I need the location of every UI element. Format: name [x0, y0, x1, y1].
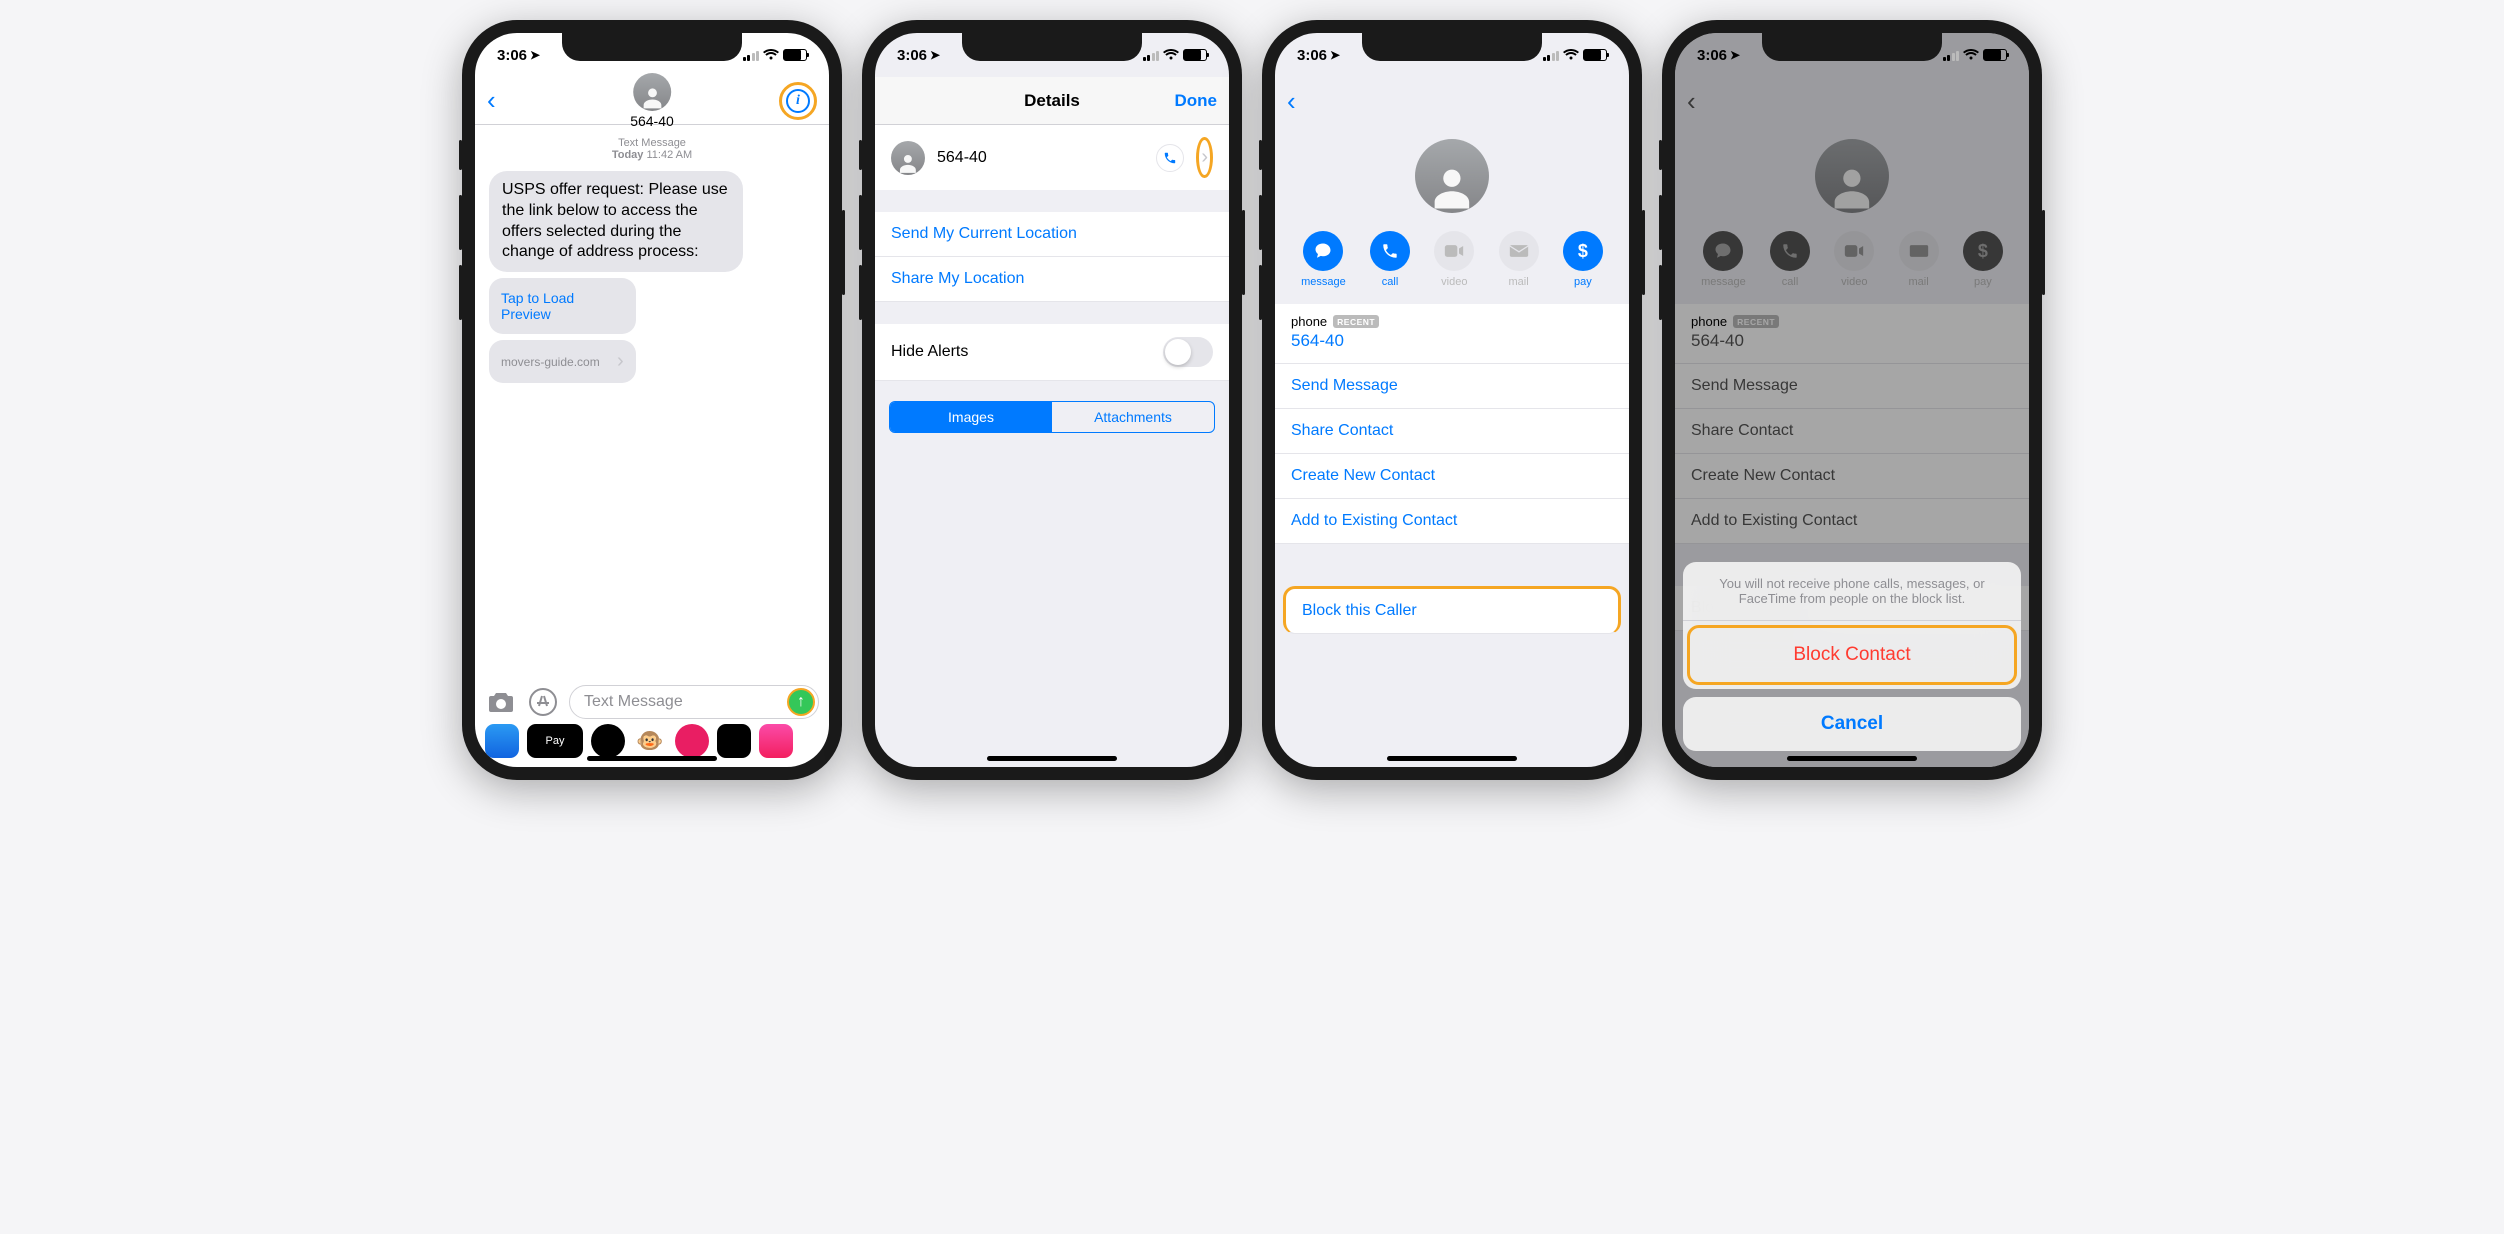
share-location-button[interactable]: Share My Location — [875, 257, 1229, 302]
phone-frame-4: 3:06➤ ‹ message call video mail $pay pho… — [1662, 20, 2042, 780]
music-icon[interactable] — [759, 724, 793, 758]
apple-pay-icon[interactable]: Pay — [527, 724, 583, 758]
avatar-icon — [633, 73, 671, 111]
battery-icon — [1583, 49, 1607, 61]
pay-action[interactable]: $pay — [1563, 231, 1603, 288]
send-button[interactable]: ↑ — [787, 688, 815, 716]
images-icon[interactable] — [675, 724, 709, 758]
images-segment[interactable]: Images — [890, 402, 1052, 432]
info-button[interactable]: i — [786, 89, 810, 113]
create-contact-button[interactable]: Create New Contact — [1275, 454, 1629, 499]
done-button[interactable]: Done — [1175, 91, 1218, 111]
phone-frame-2: 3:06➤ Details Done 564-40 › Send My Curr… — [862, 20, 1242, 780]
location-icon: ➤ — [1330, 48, 1340, 62]
phone-frame-3: 3:06➤ ‹ message call video mail $pay pho… — [1262, 20, 1642, 780]
send-location-button[interactable]: Send My Current Location — [875, 212, 1229, 257]
phone-frame-1: 3:06➤ ‹ 564-40 i Text MessageToday 11:42… — [462, 20, 842, 780]
home-indicator[interactable] — [987, 756, 1117, 761]
signal-icon — [1943, 50, 1960, 61]
location-icon: ➤ — [930, 48, 940, 62]
contact-row[interactable]: 564-40 › — [875, 125, 1229, 190]
message-area: Text MessageToday 11:42 AM USPS offer re… — [475, 125, 829, 679]
hide-alerts-row: Hide Alerts — [875, 324, 1229, 381]
nav-bar: ‹ 564-40 i — [475, 77, 829, 125]
status-time: 3:06 — [497, 47, 527, 64]
animoji-icon[interactable]: 🐵 — [633, 724, 667, 758]
link-preview[interactable]: Tap to Load Preview — [489, 278, 636, 334]
home-indicator[interactable] — [1787, 756, 1917, 761]
status-time: 3:06 — [1297, 47, 1327, 64]
signal-icon — [1543, 50, 1560, 61]
cancel-button[interactable]: Cancel — [1683, 697, 2021, 751]
signal-icon — [1143, 50, 1160, 61]
home-indicator[interactable] — [1387, 756, 1517, 761]
signal-icon — [743, 50, 760, 61]
action-row: message call video mail $pay — [1275, 221, 1629, 304]
wifi-icon — [763, 49, 779, 61]
wifi-icon — [1163, 49, 1179, 61]
status-time: 3:06 — [1697, 47, 1727, 64]
app-dock: Pay 🐵 — [475, 722, 829, 760]
battery-icon — [1183, 49, 1207, 61]
contact-header — [1275, 125, 1629, 221]
sheet-message: You will not receive phone calls, messag… — [1683, 562, 2021, 621]
location-icon: ➤ — [530, 48, 540, 62]
nav-bar: ‹ — [1275, 77, 1629, 125]
message-bubble: USPS offer request: Please use the link … — [489, 171, 743, 272]
contact-name: 564-40 — [630, 113, 674, 129]
video-action: video — [1434, 231, 1474, 288]
activity-icon[interactable] — [591, 724, 625, 758]
block-caller-button[interactable]: Block this Caller — [1283, 586, 1621, 634]
nav-title: Details — [1024, 91, 1080, 111]
hide-alerts-toggle[interactable] — [1163, 337, 1213, 367]
recent-badge: RECENT — [1333, 315, 1379, 328]
add-existing-button[interactable]: Add to Existing Contact — [1275, 499, 1629, 544]
wifi-icon — [1563, 49, 1579, 61]
digital-touch-icon[interactable] — [717, 724, 751, 758]
phone-number: 564-40 — [1291, 331, 1613, 351]
battery-icon — [783, 49, 807, 61]
battery-icon — [1983, 49, 2007, 61]
message-action[interactable]: message — [1301, 231, 1346, 288]
send-message-button[interactable]: Send Message — [1275, 364, 1629, 409]
camera-icon[interactable] — [485, 686, 517, 718]
wifi-icon — [1963, 49, 1979, 61]
chevron-right-icon[interactable]: › — [1201, 146, 1208, 168]
mail-action: mail — [1499, 231, 1539, 288]
message-timestamp: Text MessageToday 11:42 AM — [489, 137, 815, 161]
message-input[interactable]: Text Message↑ — [569, 685, 819, 719]
message-input-bar: Text Message↑ — [475, 679, 829, 725]
back-button[interactable]: ‹ — [1287, 86, 1296, 117]
home-indicator[interactable] — [587, 756, 717, 761]
info-button-highlight: i — [779, 82, 817, 120]
share-contact-button[interactable]: Share Contact — [1275, 409, 1629, 454]
url-bubble[interactable]: movers-guide.com› — [489, 340, 636, 383]
avatar-icon — [1415, 139, 1489, 213]
call-action[interactable]: call — [1370, 231, 1410, 288]
block-contact-button[interactable]: Block Contact — [1687, 625, 2017, 685]
appstore-icon[interactable] — [527, 686, 559, 718]
phone-icon[interactable] — [1156, 144, 1184, 172]
attachments-segment[interactable]: Attachments — [1052, 402, 1214, 432]
back-button[interactable]: ‹ — [487, 85, 496, 116]
status-time: 3:06 — [897, 47, 927, 64]
action-sheet: You will not receive phone calls, messag… — [1683, 562, 2021, 759]
avatar-icon — [891, 141, 925, 175]
nav-bar: Details Done — [875, 77, 1229, 125]
contact-name: 564-40 — [937, 149, 1144, 167]
chevron-highlight: › — [1196, 137, 1213, 178]
app-store-icon[interactable] — [485, 724, 519, 758]
location-icon: ➤ — [1730, 48, 1740, 62]
segmented-control: Images Attachments — [889, 401, 1215, 433]
phone-section[interactable]: phone RECENT 564-40 — [1275, 304, 1629, 364]
phone-label: phone — [1291, 314, 1327, 329]
